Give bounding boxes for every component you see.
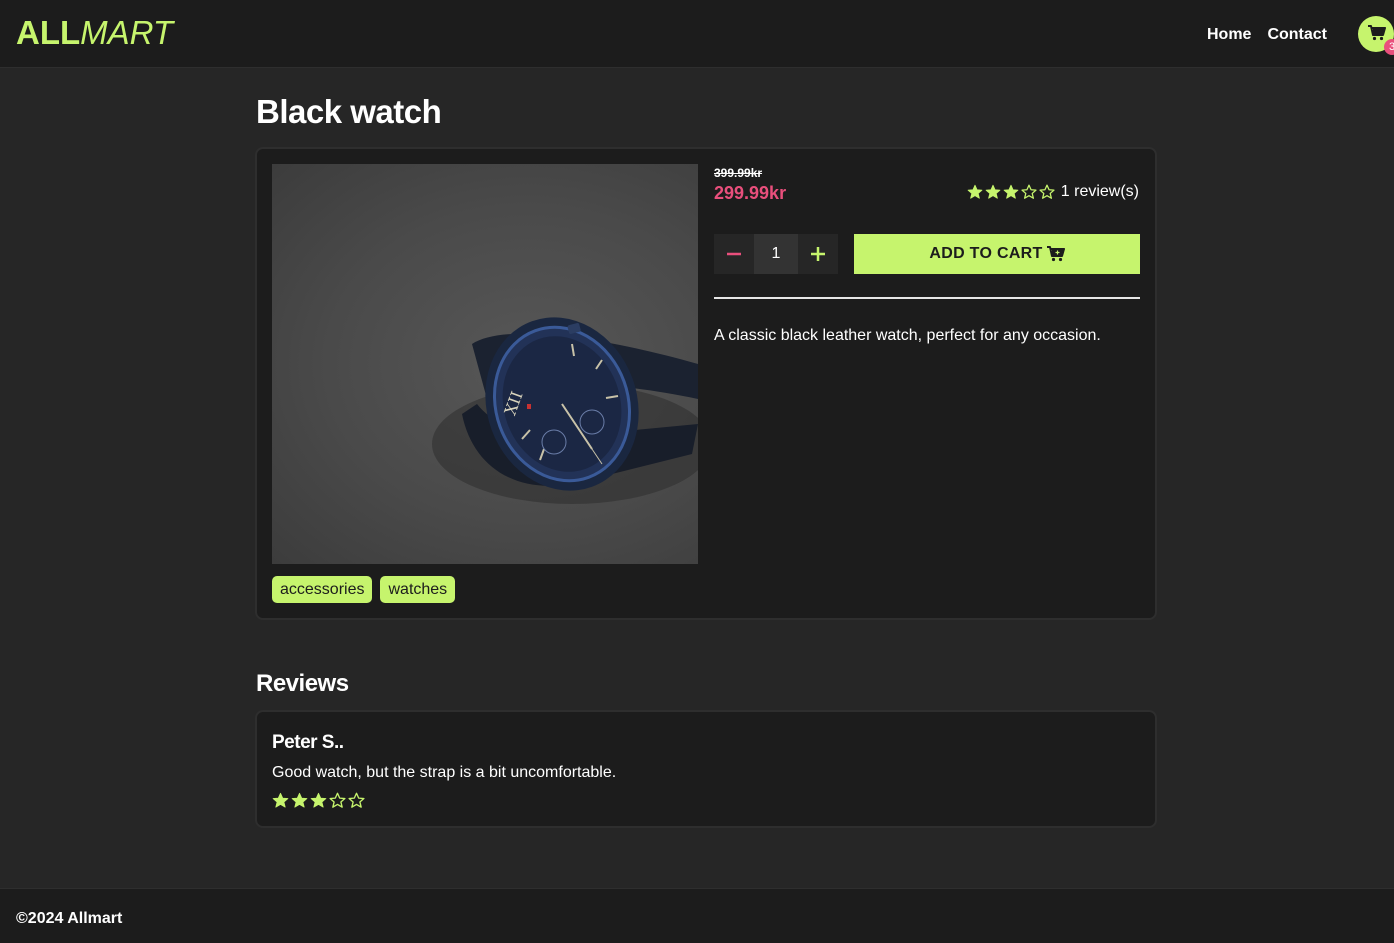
review-text: Good watch, but the strap is a bit uncom… <box>272 764 617 781</box>
product-title: Black watch <box>256 93 442 130</box>
add-to-cart-label: ADD TO CART <box>929 245 1043 262</box>
decrease-quantity-button[interactable] <box>714 234 754 274</box>
increase-quantity-button[interactable] <box>798 234 838 274</box>
product-rating: 1 review(s) <box>967 182 1139 202</box>
original-price: 399.99kr <box>714 166 763 180</box>
quantity-stepper: 1 <box>714 234 838 274</box>
product-description: A classic black leather watch, perfect f… <box>714 327 1101 344</box>
star-empty-icon <box>348 792 365 808</box>
reviews-heading: Reviews <box>256 670 349 697</box>
star-filled-icon <box>272 792 289 808</box>
product-tags: accessories watches <box>272 576 456 603</box>
star-empty-icon <box>1039 184 1055 199</box>
divider <box>714 297 1140 299</box>
star-filled-icon <box>291 792 308 808</box>
star-filled-icon <box>310 792 327 808</box>
site-footer: ©2024 Allmart <box>0 888 1394 943</box>
plus-icon <box>811 247 825 261</box>
add-to-cart-button[interactable]: ADD TO CART <box>854 234 1140 274</box>
nav-home-link[interactable]: Home <box>1207 25 1251 45</box>
sale-price: 299.99kr <box>714 183 787 203</box>
review-count[interactable]: 1 review(s) <box>1061 182 1139 202</box>
cart-count-badge: 3 <box>1384 39 1394 55</box>
shopping-cart-icon <box>1368 25 1386 41</box>
site-logo[interactable]: ALLMART <box>16 14 173 52</box>
product-rating-stars <box>967 184 1055 200</box>
star-empty-icon <box>1021 184 1037 199</box>
logo-part-all: ALL <box>16 14 81 51</box>
product-card: XII accessories watches 399.99kr 299.99k… <box>255 147 1157 620</box>
site-header: ALLMART Home Contact 3 <box>0 0 1394 68</box>
review-rating-stars <box>272 792 365 809</box>
star-filled-icon <box>1003 184 1019 199</box>
star-filled-icon <box>985 184 1001 199</box>
product-image: XII <box>272 164 698 564</box>
watch-photo: XII <box>432 317 698 504</box>
tag-watches[interactable]: watches <box>380 576 456 603</box>
nav-contact-link[interactable]: Contact <box>1267 25 1327 45</box>
review-card: Peter S.. Good watch, but the strap is a… <box>255 710 1157 828</box>
review-author: Peter S.. <box>272 732 344 753</box>
star-filled-icon <box>967 184 983 199</box>
logo-part-mart: MART <box>80 14 174 51</box>
star-empty-icon <box>329 792 346 808</box>
quantity-value[interactable]: 1 <box>754 234 798 274</box>
copyright-text: ©2024 Allmart <box>16 910 123 927</box>
tag-accessories[interactable]: accessories <box>272 576 373 603</box>
cart-button[interactable]: 3 <box>1358 16 1394 55</box>
main-nav: Home Contact <box>1207 25 1327 45</box>
cart-plus-icon <box>1046 246 1065 262</box>
minus-icon <box>727 252 741 256</box>
